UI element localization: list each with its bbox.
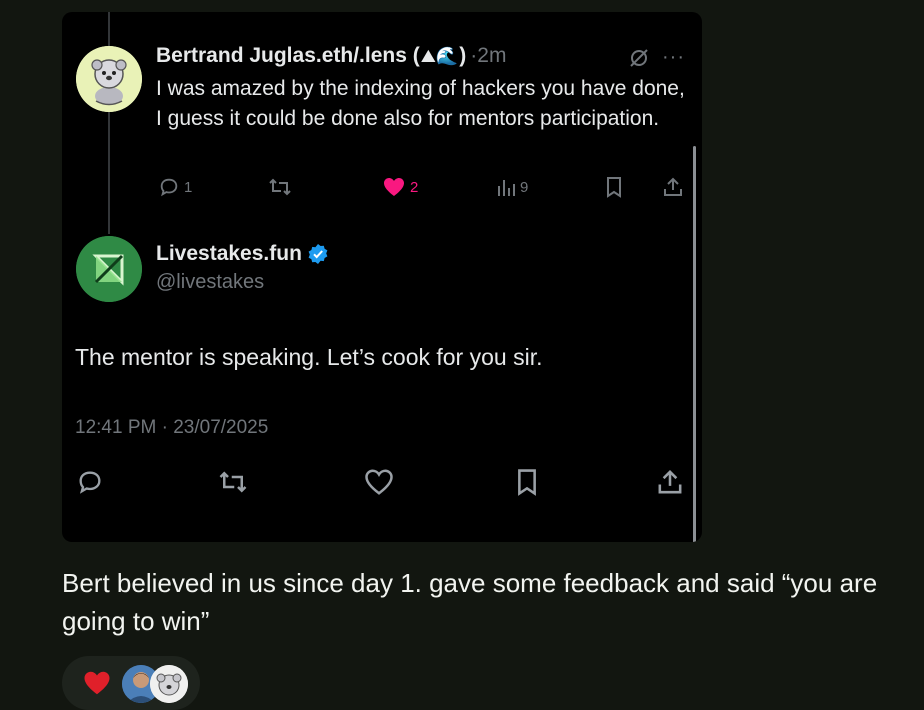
reply-time[interactable]: 2m <box>477 44 506 68</box>
heart-icon <box>384 178 404 196</box>
share-button[interactable] <box>662 176 684 198</box>
koala-avatar-icon <box>150 665 188 703</box>
retweet-icon <box>269 178 291 196</box>
reply-button[interactable]: 1 <box>158 176 192 198</box>
share-button[interactable] <box>656 468 684 496</box>
reply-author-name-close: ) <box>459 44 467 67</box>
separator-dot: · <box>470 44 478 67</box>
verified-badge-icon <box>308 244 328 264</box>
reply-text: I was amazed by the indexing of hackers … <box>156 77 685 130</box>
main-author-name[interactable]: Livestakes.fun <box>156 242 302 266</box>
reply-count: 1 <box>184 178 193 196</box>
main-post-text: The mentor is speaking. Let’s cook for y… <box>75 344 543 370</box>
share-icon <box>664 177 682 196</box>
reply-actions-bar: 1 2 9 <box>158 174 698 200</box>
bookmark-icon <box>518 469 536 496</box>
heart-reaction-icon <box>82 669 112 702</box>
grok-icon[interactable] <box>628 47 650 74</box>
bookmark-button[interactable] <box>604 176 624 198</box>
reply-header: Bertrand Juglas.eth/.lens ( ⛰🌊 ) · 2m <box>156 44 506 68</box>
like-count: 2 <box>410 178 419 196</box>
bookmark-icon <box>607 177 621 198</box>
retweet-button[interactable] <box>218 468 248 496</box>
retweet-button[interactable] <box>268 176 292 198</box>
like-button[interactable] <box>364 468 394 496</box>
reactions-pill[interactable] <box>62 656 200 710</box>
avatar[interactable] <box>76 236 142 302</box>
main-post-author: Livestakes.fun @livestakes <box>156 242 329 294</box>
post-timestamp[interactable]: 12:41 PM · 23/07/2025 <box>75 417 268 439</box>
share-icon <box>658 470 682 494</box>
reactor-avatar[interactable] <box>150 665 188 703</box>
views-icon <box>498 180 515 196</box>
quoted-tweet-card: Bertrand Juglas.eth/.lens ( ⛰🌊 ) · 2m ··… <box>62 12 702 542</box>
livestakes-logo-icon <box>76 236 142 302</box>
reply-icon <box>160 178 178 197</box>
avatar[interactable] <box>76 46 142 112</box>
main-actions-bar <box>76 468 696 498</box>
view-count: 9 <box>520 178 529 196</box>
bookmark-button[interactable] <box>514 468 540 496</box>
views-button[interactable]: 9 <box>496 176 528 198</box>
reply-author-name[interactable]: Bertrand Juglas.eth/.lens ( <box>156 44 420 68</box>
reply-icon <box>79 471 101 494</box>
more-icon[interactable]: ··· <box>662 46 685 69</box>
astronaut-koala-avatar-icon <box>76 46 142 112</box>
reply-button[interactable] <box>76 468 104 496</box>
author-emoji: ⛰🌊 <box>420 45 459 67</box>
retweet-icon <box>219 471 247 493</box>
heart-icon <box>365 469 393 495</box>
like-button[interactable]: 2 <box>382 176 418 198</box>
main-author-handle[interactable]: @livestakes <box>156 271 329 294</box>
message-caption: Bert believed in us since day 1. gave so… <box>62 568 878 636</box>
